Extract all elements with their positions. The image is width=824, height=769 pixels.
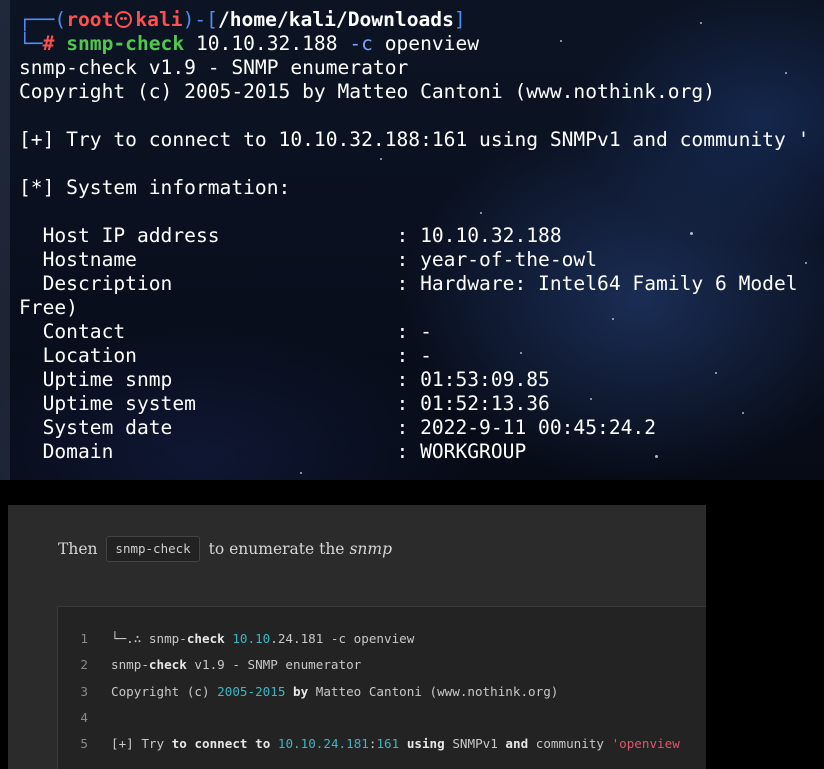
terminal-window: ┌──(root kali)-[/home/kali/Downloads] └─#… xyxy=(0,0,824,480)
skull-icon xyxy=(115,11,133,28)
code-token: using xyxy=(406,736,445,751)
code-token: 'openview xyxy=(611,736,680,751)
inline-code: snmp-check xyxy=(106,536,200,562)
code-block[interactable]: 1 └─.∴ snmp-check 10.10.24.181 -c openvie… xyxy=(57,606,706,769)
prompt-host: kali xyxy=(135,8,183,31)
output-line: Uptime system : 01:52:13.36 xyxy=(19,392,550,415)
terminal-gutter xyxy=(0,0,10,480)
intro-paragraph: Then snmp-check to enumerate the snmp xyxy=(58,535,392,563)
code-text: snmp-check v1.9 - SNMP enumerator xyxy=(111,657,361,672)
code-token: 2005-2015 xyxy=(217,684,286,699)
code-token: check xyxy=(186,631,225,646)
output-line: Host IP address : 10.10.32.188 xyxy=(19,224,562,247)
code-token: 161 xyxy=(376,736,400,751)
code-token: to xyxy=(171,736,187,751)
line-number: 3 xyxy=(80,684,88,699)
line-number: 4 xyxy=(80,710,88,725)
command-name: snmp-check xyxy=(66,32,185,55)
intro-text-before: Then xyxy=(58,540,98,558)
intro-text-after: to enumerate the xyxy=(208,540,345,558)
output-line: Description : Hardware: Intel64 Family 6… xyxy=(19,272,798,295)
code-line: 3 Copyright (c) 2005-2015 by Matteo Canto… xyxy=(58,681,706,703)
code-text: [+] Try to connect to 10.10.24.181:161 u… xyxy=(111,736,680,751)
command-flag-value: openview xyxy=(372,32,480,55)
code-text: └─.∴ snmp-check 10.10.24.181 -c openview xyxy=(111,631,414,646)
output-line: [*] System information: xyxy=(19,176,291,199)
code-line: 5 [+] Try to connect to 10.10.24.181:161 … xyxy=(58,733,706,755)
command-ip: 10.10.32.188 xyxy=(184,32,350,55)
code-token: to xyxy=(255,736,271,751)
line-number: 5 xyxy=(80,736,88,751)
code-text: Copyright (c) 2005-2015 by Matteo Canton… xyxy=(111,684,558,699)
line-number: 2 xyxy=(80,657,88,672)
prompt-corner-top: ┌──( xyxy=(19,8,67,31)
code-line: 4 xyxy=(58,707,706,729)
output-line: System date : 2022-9-11 00:45:24.2 xyxy=(19,416,657,439)
line-number: 1 xyxy=(80,631,88,646)
code-token: check xyxy=(148,657,187,672)
code-token: 10.10.24.181 xyxy=(277,736,369,751)
output-line: Contact : - xyxy=(19,320,432,343)
output-line: Hostname : year-of-the-owl xyxy=(19,248,598,271)
code-line: 1 └─.∴ snmp-check 10.10.24.181 -c openvie… xyxy=(58,628,706,650)
output-line: Uptime snmp : 01:53:09.85 xyxy=(19,368,550,391)
code-token: and xyxy=(505,736,529,751)
code-token: SNMPv1 xyxy=(444,736,506,751)
code-token: Copyright (c) xyxy=(111,684,218,699)
code-token: snmp- xyxy=(111,657,149,672)
code-token: v1.9 - SNMP enumerator xyxy=(186,657,362,672)
output-line: Location : - xyxy=(19,344,432,367)
code-token: community xyxy=(528,736,612,751)
prompt-corner-bottom: └─ xyxy=(19,32,43,55)
intro-emphasis: snmp xyxy=(349,540,392,558)
code-token: 10.10 xyxy=(232,631,271,646)
output-line: [+] Try to connect to 10.10.32.188:161 u… xyxy=(19,128,810,151)
command-flag: -c xyxy=(349,32,373,55)
code-token: Matteo Cantoni (www.nothink.org) xyxy=(308,684,559,699)
code-token: connect xyxy=(194,736,248,751)
code-token: .24.181 -c openview xyxy=(270,631,415,646)
output-line: Domain : WORKGROUP xyxy=(19,440,527,463)
code-line: 2 snmp-check v1.9 - SNMP enumerator xyxy=(58,654,706,676)
prompt-user: root xyxy=(66,8,114,31)
code-token: └─.∴ snmp- xyxy=(111,631,187,646)
prompt-command-line: └─# snmp-check 10.10.32.188 -c openview xyxy=(19,32,479,56)
code-token: [+] Try xyxy=(111,736,172,751)
prompt-line-top: ┌──(root kali)-[/home/kali/Downloads] xyxy=(19,8,466,32)
output-line: snmp-check v1.9 - SNMP enumerator xyxy=(19,56,409,79)
prompt-bracket-close: ] xyxy=(453,8,466,31)
code-token: by xyxy=(293,684,309,699)
prompt-separator: )-[ xyxy=(182,8,218,31)
prompt-hash: # xyxy=(42,32,55,55)
blog-article-section: Then snmp-check to enumerate the snmp 1 └… xyxy=(8,505,706,769)
prompt-path: /home/kali/Downloads xyxy=(217,8,454,31)
output-line: Free) xyxy=(19,296,78,319)
output-line: Copyright (c) 2005-2015 by Matteo Canton… xyxy=(19,80,715,103)
